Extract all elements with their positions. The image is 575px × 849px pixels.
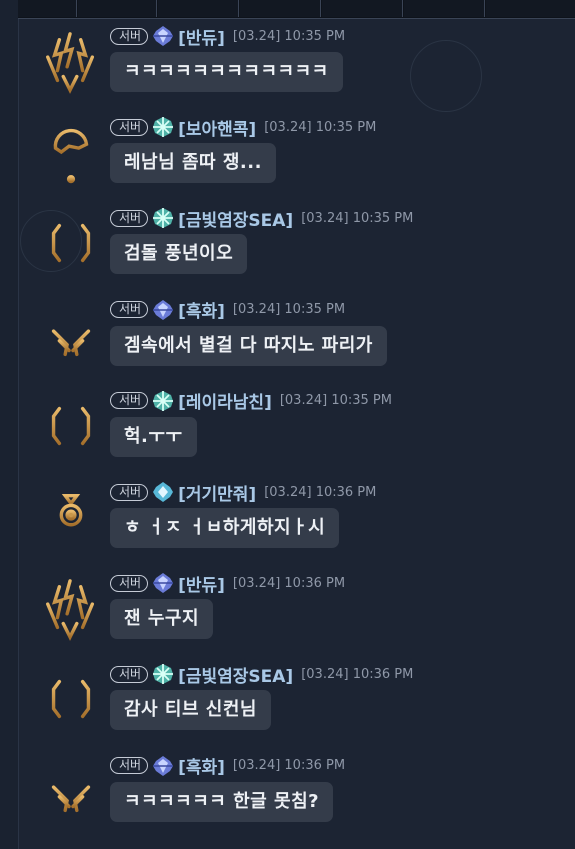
teal-gem-rank-icon bbox=[153, 117, 174, 138]
message-header: 서버 [반듀] [03.24] 10:35 PM bbox=[110, 24, 346, 49]
timestamp: [03.24] 10:35 PM bbox=[279, 393, 392, 409]
shield-ring-emblem-icon[interactable] bbox=[40, 209, 102, 277]
message-header: 서버 [반듀] [03.24] 10:36 PM bbox=[110, 571, 346, 596]
message-header: 서버 [레이라남친] [03.24] 10:35 PM bbox=[110, 388, 392, 413]
timestamp: [03.24] 10:35 PM bbox=[232, 28, 346, 44]
chat-message: 서버 [거기만줘] [03.24] 10:36 PM ㅎ ㅓㅈ ㅓㅂ하게하지ㅏ시 bbox=[18, 481, 575, 571]
tab-4[interactable] bbox=[240, 0, 321, 17]
server-badge: 서버 bbox=[110, 392, 149, 410]
scepter-emblem-icon[interactable] bbox=[40, 483, 102, 551]
message-header: 서버 [보아핸콕] [03.24] 10:35 PM bbox=[110, 115, 377, 140]
server-badge: 서버 bbox=[110, 757, 149, 775]
chat-message: 서버 [반듀] [03.24] 10:36 PM 잰 누구지 bbox=[18, 572, 575, 662]
tab-1[interactable] bbox=[18, 0, 77, 17]
sender-name[interactable]: [반듀] bbox=[178, 571, 225, 596]
message-header: 서버 [흑화] [03.24] 10:35 PM bbox=[110, 297, 346, 322]
sword-wing-emblem-icon[interactable] bbox=[40, 301, 102, 369]
cyan-gem-rank-icon bbox=[153, 482, 174, 502]
teal-gem-rank-icon bbox=[153, 208, 174, 229]
message-bubble: 검돌 풍년이오 bbox=[110, 234, 248, 275]
teal-gem-rank-icon bbox=[153, 664, 174, 685]
message-bubble: ㅋㅋㅋㅋㅋㅋㅋㅋㅋㅋㅋㅋ bbox=[110, 52, 343, 92]
timestamp: [03.24] 10:35 PM bbox=[301, 210, 414, 226]
message-header: 서버 [흑화] [03.24] 10:36 PM bbox=[110, 753, 346, 778]
message-bubble: 헉.ㅜㅜ bbox=[110, 416, 197, 457]
sender-name[interactable]: [거기만줘] bbox=[178, 480, 256, 505]
chat-message: 서버 [보아핸콕] [03.24] 10:35 PM 레남님 좀따 쟁... bbox=[18, 116, 575, 206]
tab-3[interactable] bbox=[158, 0, 239, 17]
message-header: 서버 [거기만줘] [03.24] 10:36 PM bbox=[110, 480, 377, 505]
server-badge: 서버 bbox=[110, 209, 149, 227]
chat-message: 서버 [금빛염장SEA] [03.24] 10:35 PM 검돌 풍년이오 bbox=[18, 207, 575, 297]
timestamp: [03.24] 10:36 PM bbox=[232, 758, 346, 774]
timestamp: [03.24] 10:35 PM bbox=[264, 119, 377, 135]
lightning-emblem-icon[interactable] bbox=[40, 27, 102, 95]
chat-message: 서버 [금빛염장SEA] [03.24] 10:36 PM 감사 티브 신컨님 bbox=[18, 663, 575, 753]
tab-7[interactable] bbox=[486, 0, 575, 17]
blue-gem-rank-icon bbox=[153, 299, 174, 320]
tab-6[interactable] bbox=[404, 0, 485, 17]
blue-gem-rank-icon bbox=[153, 573, 174, 594]
message-bubble: 잰 누구지 bbox=[110, 599, 214, 640]
sender-name[interactable]: [레이라남친] bbox=[178, 388, 272, 413]
tab-2[interactable] bbox=[78, 0, 157, 17]
server-badge: 서버 bbox=[110, 665, 149, 683]
lightning-emblem-icon[interactable] bbox=[40, 574, 102, 642]
tab-5[interactable] bbox=[322, 0, 403, 17]
blue-gem-rank-icon bbox=[153, 755, 174, 776]
timestamp: [03.24] 10:36 PM bbox=[301, 666, 414, 682]
teal-gem-rank-icon bbox=[153, 390, 174, 411]
server-badge: 서버 bbox=[110, 27, 149, 45]
chat-message: 서버 [흑화] [03.24] 10:35 PM 겜속에서 별걸 다 따지노 파리가 bbox=[18, 299, 575, 389]
timestamp: [03.24] 10:36 PM bbox=[264, 484, 377, 500]
chat-message: 서버 [레이라남친] [03.24] 10:35 PM 헉.ㅜㅜ bbox=[18, 390, 575, 480]
timestamp: [03.24] 10:35 PM bbox=[232, 302, 346, 318]
message-bubble: 감사 티브 신컨님 bbox=[110, 690, 271, 731]
server-badge: 서버 bbox=[110, 574, 149, 592]
sender-name[interactable]: [흑화] bbox=[178, 297, 225, 322]
sender-name[interactable]: [흑화] bbox=[178, 753, 225, 778]
shield-ring-emblem-icon[interactable] bbox=[40, 665, 102, 733]
tab-bar bbox=[18, 0, 575, 19]
sword-wing-emblem-icon[interactable] bbox=[40, 757, 102, 825]
sender-name[interactable]: [금빛염장SEA] bbox=[178, 662, 293, 687]
server-badge: 서버 bbox=[110, 483, 149, 501]
message-bubble: ㅎ ㅓㅈ ㅓㅂ하게하지ㅏ시 bbox=[110, 508, 340, 548]
chat-message: 서버 [반듀] [03.24] 10:35 PM ㅋㅋㅋㅋㅋㅋㅋㅋㅋㅋㅋㅋ bbox=[18, 25, 575, 115]
message-header: 서버 [금빛염장SEA] [03.24] 10:36 PM bbox=[110, 662, 414, 687]
shield-ring-emblem-icon[interactable] bbox=[40, 392, 102, 460]
sender-name[interactable]: [금빛염장SEA] bbox=[178, 206, 293, 231]
timestamp: [03.24] 10:36 PM bbox=[232, 575, 346, 591]
server-badge: 서버 bbox=[110, 301, 149, 319]
sender-name[interactable]: [반듀] bbox=[178, 24, 225, 49]
helmet-emblem-icon[interactable] bbox=[40, 118, 102, 186]
sender-name[interactable]: [보아핸콕] bbox=[178, 115, 256, 140]
message-bubble: 겜속에서 별걸 다 따지노 파리가 bbox=[110, 325, 387, 366]
blue-gem-rank-icon bbox=[153, 26, 174, 46]
message-header: 서버 [금빛염장SEA] [03.24] 10:35 PM bbox=[110, 206, 414, 231]
chat-message: 서버 [흑화] [03.24] 10:36 PM ㅋㅋㅋㅋㅋㅋ 한글 못침? bbox=[18, 755, 575, 845]
server-badge: 서버 bbox=[110, 118, 149, 136]
message-bubble: ㅋㅋㅋㅋㅋㅋ 한글 못침? bbox=[110, 781, 334, 822]
message-bubble: 레남님 좀따 쟁... bbox=[110, 143, 276, 184]
